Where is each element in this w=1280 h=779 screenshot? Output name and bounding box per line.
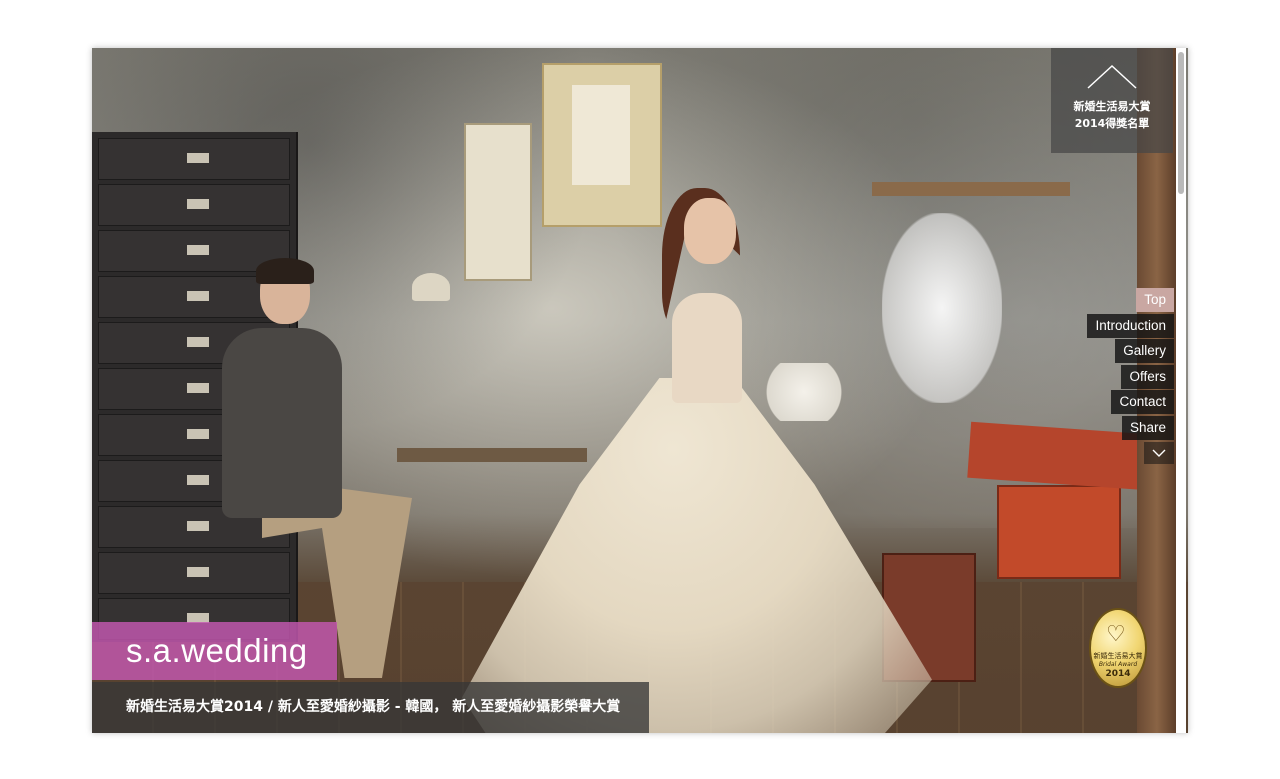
chevron-down-icon xyxy=(1152,449,1166,457)
nav-item-gallery[interactable]: Gallery xyxy=(1115,339,1174,364)
framed-poster xyxy=(542,63,662,227)
heart-logo-icon: ♡ xyxy=(1106,622,1126,647)
award-title: 新婚生活易大賞 xyxy=(1073,100,1151,113)
nav-scroll-down-button[interactable] xyxy=(1144,441,1174,464)
nav-item-offers[interactable]: Offers xyxy=(1121,364,1174,389)
badge-title: 新婚生活易大賞 xyxy=(1093,652,1143,660)
bouquet xyxy=(760,363,848,421)
bride xyxy=(672,293,742,403)
bride-head xyxy=(684,198,736,264)
red-trunk xyxy=(997,485,1121,579)
nav-item-top[interactable]: Top xyxy=(1136,288,1174,312)
hanging-shawl xyxy=(882,213,1002,403)
badge-subtitle: Bridal Award xyxy=(1098,661,1138,668)
scrollbar[interactable] xyxy=(1176,48,1186,733)
scrollbar-thumb[interactable] xyxy=(1178,52,1184,194)
chevron-up-icon xyxy=(1087,64,1137,89)
section-nav: Top Introduction Gallery Offers Contact … xyxy=(1087,288,1174,464)
coat-hooks xyxy=(872,182,1070,196)
brand-title: s.a.wedding xyxy=(92,622,337,680)
award-subtitle: 2014得獎名單 xyxy=(1074,117,1150,130)
groom xyxy=(222,328,342,518)
wall-poster xyxy=(464,123,532,281)
badge-year: 2014 xyxy=(1105,669,1131,679)
desk xyxy=(397,448,587,462)
award-caption: 新婚生活易大賞2014 / 新人至愛婚紗攝影 - 韓國， 新人至愛婚紗攝影榮譽大… xyxy=(92,682,649,733)
bridal-award-badge: ♡ 新婚生活易大賞 Bridal Award 2014 xyxy=(1089,608,1147,688)
award-list-link[interactable]: 新婚生活易大賞 2014得獎名單 xyxy=(1051,48,1173,153)
desk-lamp xyxy=(412,273,450,301)
hero-section: 新婚生活易大賞 2014得獎名單 Top Introduction Galler… xyxy=(92,48,1188,733)
nav-item-share[interactable]: Share xyxy=(1121,415,1174,440)
groom-hair xyxy=(256,258,314,284)
nav-item-introduction[interactable]: Introduction xyxy=(1087,313,1174,338)
nav-item-contact[interactable]: Contact xyxy=(1111,390,1174,415)
